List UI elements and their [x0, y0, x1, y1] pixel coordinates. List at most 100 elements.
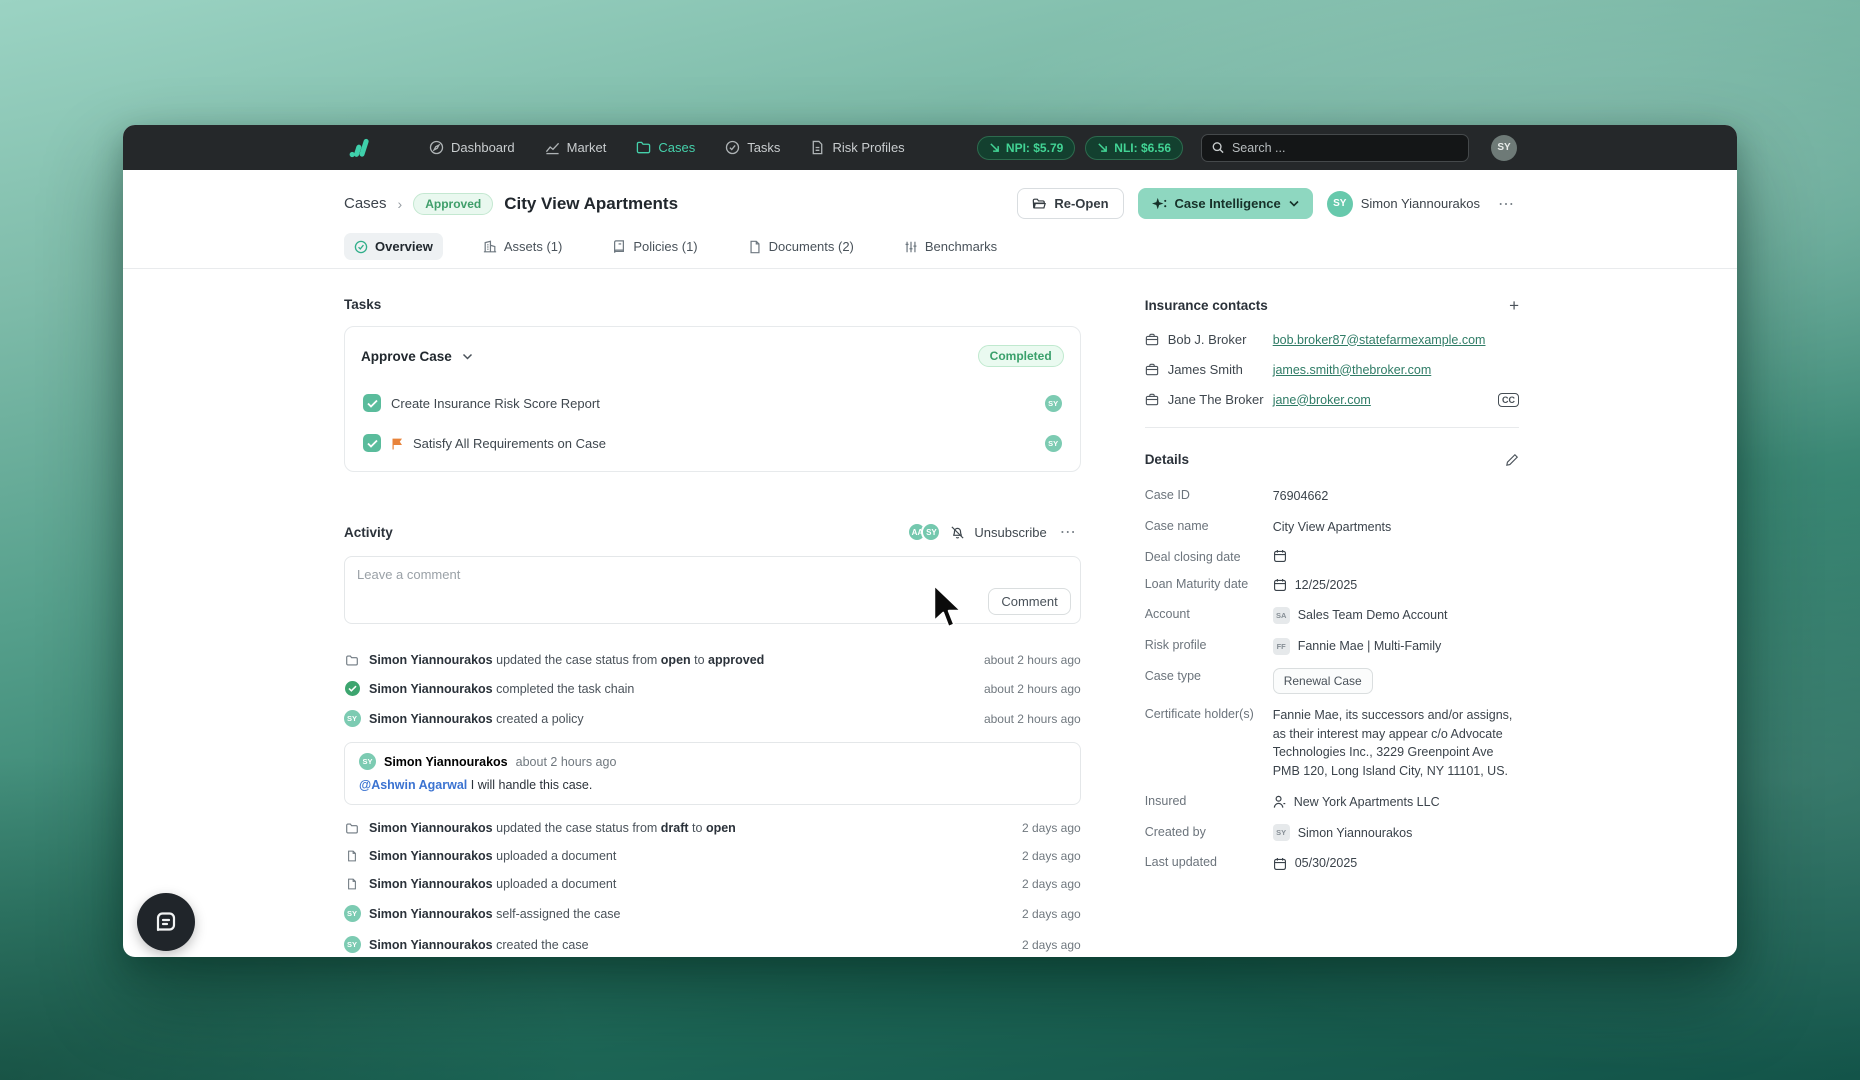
comment-box: Comment	[344, 556, 1081, 624]
search-icon	[1212, 142, 1224, 154]
nav-link[interactable]: Tasks	[725, 140, 780, 155]
nav-link[interactable]: Cases	[636, 140, 695, 155]
assignee-name: Simon Yiannourakos	[1360, 196, 1480, 211]
nav-link[interactable]: Risk Profiles	[810, 140, 905, 155]
metric-badge[interactable]: NLI: $6.56	[1085, 135, 1183, 160]
add-contact-button[interactable]: +	[1509, 297, 1519, 314]
breadcrumb-chevron-icon: ›	[397, 195, 403, 212]
comment-input[interactable]	[357, 567, 926, 593]
tab-label: Assets (1)	[503, 239, 563, 254]
feed-item: Simon Yiannourakos uploaded a document 2…	[344, 870, 1081, 898]
app-window: Dashboard Market Cases Tasks Risk Profil…	[123, 125, 1737, 957]
search-input[interactable]	[1231, 140, 1458, 155]
search-box[interactable]	[1201, 133, 1469, 162]
feed-text: Simon Yiannourakos created the case	[369, 937, 589, 952]
person-icon	[1273, 795, 1285, 808]
nav-avatar[interactable]: SY	[1491, 134, 1517, 161]
metric-badge-label: NPI: $5.79	[1005, 140, 1064, 155]
commenter-avatar: SY	[359, 753, 376, 770]
feed-text: Simon Yiannourakos updated the case stat…	[369, 821, 736, 835]
nav-link[interactable]: Market	[545, 140, 606, 155]
comment-submit-button[interactable]: Comment	[988, 588, 1071, 615]
task-checkbox-checked[interactable]	[363, 434, 381, 452]
activity-more-button[interactable]: ⋯	[1056, 522, 1081, 542]
contact-email-link[interactable]: bob.broker87@statefarmexample.com	[1273, 333, 1486, 347]
dashboard-icon	[429, 140, 444, 155]
entity-name: Sales Team Demo Account	[1297, 608, 1448, 623]
breadcrumb-cases-link[interactable]: Cases	[344, 195, 387, 212]
contact-row: Bob J. Broker bob.broker87@statefarmexam…	[1145, 332, 1519, 347]
task-assignee-avatar: SY	[1044, 394, 1062, 412]
detail-row: Case type Renewal Case	[1145, 667, 1519, 694]
reopen-button[interactable]: Re-Open	[1017, 188, 1124, 219]
subscriber-avatar: SY	[921, 522, 942, 542]
feed-timestamp: about 2 hours ago	[983, 681, 1081, 696]
feed-item: Simon Yiannourakos completed the task ch…	[344, 674, 1081, 703]
feed-timestamp: 2 days ago	[1021, 906, 1081, 921]
feed-timestamp: about 2 hours ago	[983, 653, 1081, 667]
detail-label: Created by	[1144, 824, 1206, 839]
detail-value-date	[1273, 549, 1295, 563]
contact-email-link[interactable]: jane@broker.com	[1273, 393, 1371, 407]
insured-name: New York Apartments LLC	[1293, 794, 1440, 809]
contact-name: Bob J. Broker	[1167, 332, 1247, 347]
task-item-label: Satisfy All Requirements on Case	[413, 435, 606, 451]
entity-chip: SY	[1272, 824, 1290, 842]
sparkle-icon	[1151, 197, 1166, 209]
task-item[interactable]: Satisfy All Requirements on Case SY	[361, 423, 1064, 463]
task-list: Create Insurance Risk Score Report SY Sa…	[361, 383, 1064, 463]
contact-email-link[interactable]: james.smith@thebroker.com	[1273, 363, 1432, 377]
nav-link-label: Cases	[658, 140, 696, 155]
bell-off-icon[interactable]	[950, 525, 965, 540]
detail-label: Loan Maturity date	[1144, 576, 1249, 591]
app-logo-icon[interactable]	[349, 138, 371, 158]
chat-widget-button[interactable]	[137, 893, 195, 951]
building-icon	[483, 240, 496, 252]
entity-name: Simon Yiannourakos	[1297, 825, 1413, 840]
feed-timestamp: about 2 hours ago	[983, 711, 1081, 726]
feed-text: Simon Yiannourakos updated the case stat…	[369, 653, 765, 667]
edit-pencil-icon[interactable]	[1505, 453, 1519, 467]
task-assignee-avatar: SY	[1044, 434, 1062, 452]
task-item[interactable]: Create Insurance Risk Score Report SY	[361, 383, 1064, 423]
task-chain-name: Approve Case	[361, 348, 452, 364]
nav-link-label: Dashboard	[451, 140, 515, 155]
tab-label: Documents (2)	[768, 239, 854, 254]
trend-down-icon	[1098, 143, 1108, 152]
task-chain-card: Approve Case Completed Create Insurance …	[344, 326, 1081, 472]
actor-avatar: SY	[343, 936, 361, 953]
chevron-down-icon	[462, 353, 472, 360]
tab[interactable]: Assets (1)	[473, 233, 573, 260]
assignee[interactable]: SY Simon Yiannourakos	[1326, 190, 1480, 217]
mention-link[interactable]: @Ashwin Agarwal	[359, 778, 467, 792]
more-actions-button[interactable]: ⋯	[1494, 194, 1519, 214]
date-text: 12/25/2025	[1294, 577, 1358, 592]
case-intelligence-button[interactable]: Case Intelligence	[1137, 188, 1313, 219]
reopen-label: Re-Open	[1054, 196, 1109, 211]
tab[interactable]: Overview	[344, 233, 443, 260]
case-intelligence-label: Case Intelligence	[1174, 196, 1281, 211]
detail-value-long: Fannie Mae, its successors and/or assign…	[1272, 707, 1513, 778]
status-badge: Approved	[413, 192, 494, 215]
completed-icon	[344, 681, 360, 696]
folder-icon	[637, 141, 651, 154]
unsubscribe-button[interactable]: Unsubscribe	[974, 525, 1046, 540]
calendar-icon	[1273, 857, 1286, 870]
breadcrumb: Cases › Approved City View Apartments	[344, 192, 678, 215]
nav-link[interactable]: Dashboard	[429, 140, 515, 155]
details-heading: Details	[1144, 452, 1189, 467]
task-checkbox-checked[interactable]	[363, 394, 381, 412]
task-chain-toggle[interactable]: Approve Case	[361, 349, 473, 364]
contacts-list: Bob J. Broker bob.broker87@statefarmexam…	[1145, 332, 1519, 407]
detail-value-date: 12/25/2025	[1273, 576, 1358, 595]
tab[interactable]: Benchmarks	[894, 233, 1007, 260]
cc-badge[interactable]: CC	[1498, 392, 1519, 407]
commenter-name: Simon Yiannourakos	[384, 754, 508, 769]
metric-badge[interactable]: NPI: $5.79	[976, 135, 1076, 160]
nav-right: NPI: $5.79 NLI: $6.56 SY	[976, 133, 1517, 162]
contact-row: Jane The Broker jane@broker.com CC	[1145, 392, 1519, 407]
tab[interactable]: Documents (2)	[738, 233, 864, 260]
briefcase-icon	[1145, 393, 1158, 406]
main-column: Tasks Approve Case Completed Create Insu…	[343, 297, 1081, 957]
tab[interactable]: Policies (1)	[602, 233, 707, 260]
